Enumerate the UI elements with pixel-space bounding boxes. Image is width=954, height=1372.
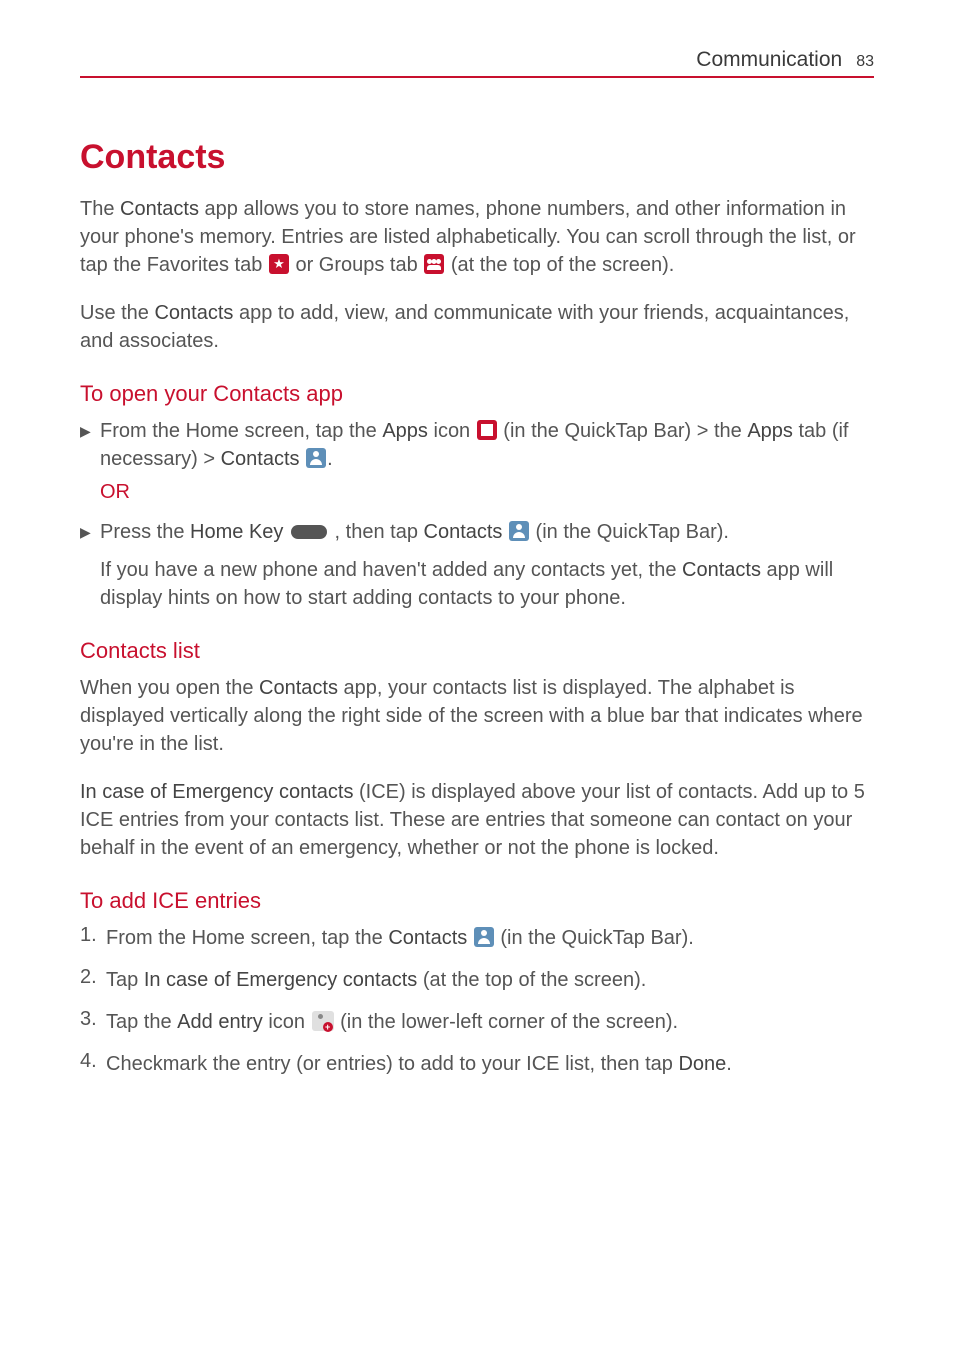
bullet-item: ▶ Press the Home Key , then tap Contacts…: [80, 518, 874, 546]
bullet-marker-icon: ▶: [80, 518, 100, 541]
text: icon: [428, 420, 476, 442]
text: , then tap: [329, 521, 424, 543]
followup-paragraph: If you have a new phone and haven't adde…: [100, 556, 874, 612]
text: (at the top of the screen).: [445, 254, 674, 276]
text: If you have a new phone and haven't adde…: [100, 559, 682, 581]
text-bold: Home Key: [190, 521, 283, 543]
text-bold: Add entry: [177, 1011, 263, 1033]
text-bold: Apps: [747, 420, 793, 442]
list-item: 1.From the Home screen, tap the Contacts…: [80, 924, 874, 952]
contacts-icon: [306, 448, 326, 468]
text-bold: In case of Emergency contacts: [80, 781, 353, 803]
text-bold: Contacts: [154, 302, 233, 324]
bullet-content: Press the Home Key , then tap Contacts (…: [100, 518, 874, 546]
list-number: 3.: [80, 1008, 106, 1031]
favorites-tab-icon: [269, 254, 289, 274]
text: (at the top of the screen).: [417, 969, 646, 991]
contacts-list-paragraph-1: When you open the Contacts app, your con…: [80, 674, 874, 758]
open-contacts-heading: To open your Contacts app: [80, 381, 874, 407]
intro-paragraph-1: The Contacts app allows you to store nam…: [80, 195, 874, 279]
intro-paragraph-2: Use the Contacts app to add, view, and c…: [80, 299, 874, 355]
text-bold: Contacts: [424, 521, 503, 543]
groups-tab-icon: [424, 254, 444, 274]
contacts-list-paragraph-2: In case of Emergency contacts (ICE) is d…: [80, 778, 874, 862]
text: Tap: [106, 969, 144, 991]
text: (in the QuickTap Bar).: [530, 521, 729, 543]
page: Communication 83 Contacts The Contacts a…: [0, 0, 954, 1372]
text: Checkmark the entry (or entries) to add …: [106, 1053, 678, 1075]
list-number: 1.: [80, 924, 106, 947]
text-bold: Contacts: [682, 559, 761, 581]
bullet-item: ▶ From the Home screen, tap the Apps ico…: [80, 417, 874, 473]
text: The: [80, 198, 120, 220]
text: When you open the: [80, 677, 259, 699]
text: Press the: [100, 521, 190, 543]
list-number: 2.: [80, 966, 106, 989]
bullet-marker-icon: ▶: [80, 417, 100, 440]
text-bold: Done: [678, 1053, 726, 1075]
list-item: 2.Tap In case of Emergency contacts (at …: [80, 966, 874, 994]
text-bold: Contacts: [388, 927, 467, 949]
list-item: 4.Checkmark the entry (or entries) to ad…: [80, 1050, 874, 1078]
text-bold: Contacts: [259, 677, 338, 699]
text-bold: Contacts: [120, 198, 199, 220]
header-page-number: 83: [856, 53, 874, 71]
apps-icon: [477, 420, 497, 440]
text: From the Home screen, tap the: [100, 420, 382, 442]
list-number: 4.: [80, 1050, 106, 1073]
text-bold: Apps: [382, 420, 428, 442]
contacts-icon: [474, 927, 494, 947]
text: icon: [263, 1011, 311, 1033]
text: (in the lower-left corner of the screen)…: [335, 1011, 678, 1033]
ice-heading: To add ICE entries: [80, 888, 874, 914]
ordered-list: 1.From the Home screen, tap the Contacts…: [80, 924, 874, 1078]
page-title: Contacts: [80, 138, 874, 177]
contacts-list-heading: Contacts list: [80, 638, 874, 664]
list-item: 3.Tap the Add entry icon (in the lower-l…: [80, 1008, 874, 1036]
add-entry-icon: [312, 1011, 334, 1031]
text: (in the QuickTap Bar) > the: [498, 420, 748, 442]
text: .: [327, 448, 333, 470]
bullet-content: From the Home screen, tap the Apps icon …: [100, 417, 874, 473]
or-separator: OR: [100, 481, 874, 504]
text-bold: Contacts: [221, 448, 300, 470]
text: or Groups tab: [290, 254, 423, 276]
list-content: Tap the Add entry icon (in the lower-lef…: [106, 1008, 874, 1036]
text: From the Home screen, tap the: [106, 927, 388, 949]
list-content: Tap In case of Emergency contacts (at th…: [106, 966, 874, 994]
text: [467, 927, 473, 949]
header-section: Communication: [696, 48, 842, 72]
list-content: From the Home screen, tap the Contacts (…: [106, 924, 874, 952]
page-header: Communication 83: [80, 48, 874, 78]
text-bold: In case of Emergency contacts: [144, 969, 417, 991]
text: Tap the: [106, 1011, 177, 1033]
home-key-icon: [291, 525, 327, 539]
text: Use the: [80, 302, 154, 324]
contacts-icon: [509, 521, 529, 541]
list-content: Checkmark the entry (or entries) to add …: [106, 1050, 874, 1078]
text: (in the QuickTap Bar).: [495, 927, 694, 949]
text: .: [726, 1053, 732, 1075]
